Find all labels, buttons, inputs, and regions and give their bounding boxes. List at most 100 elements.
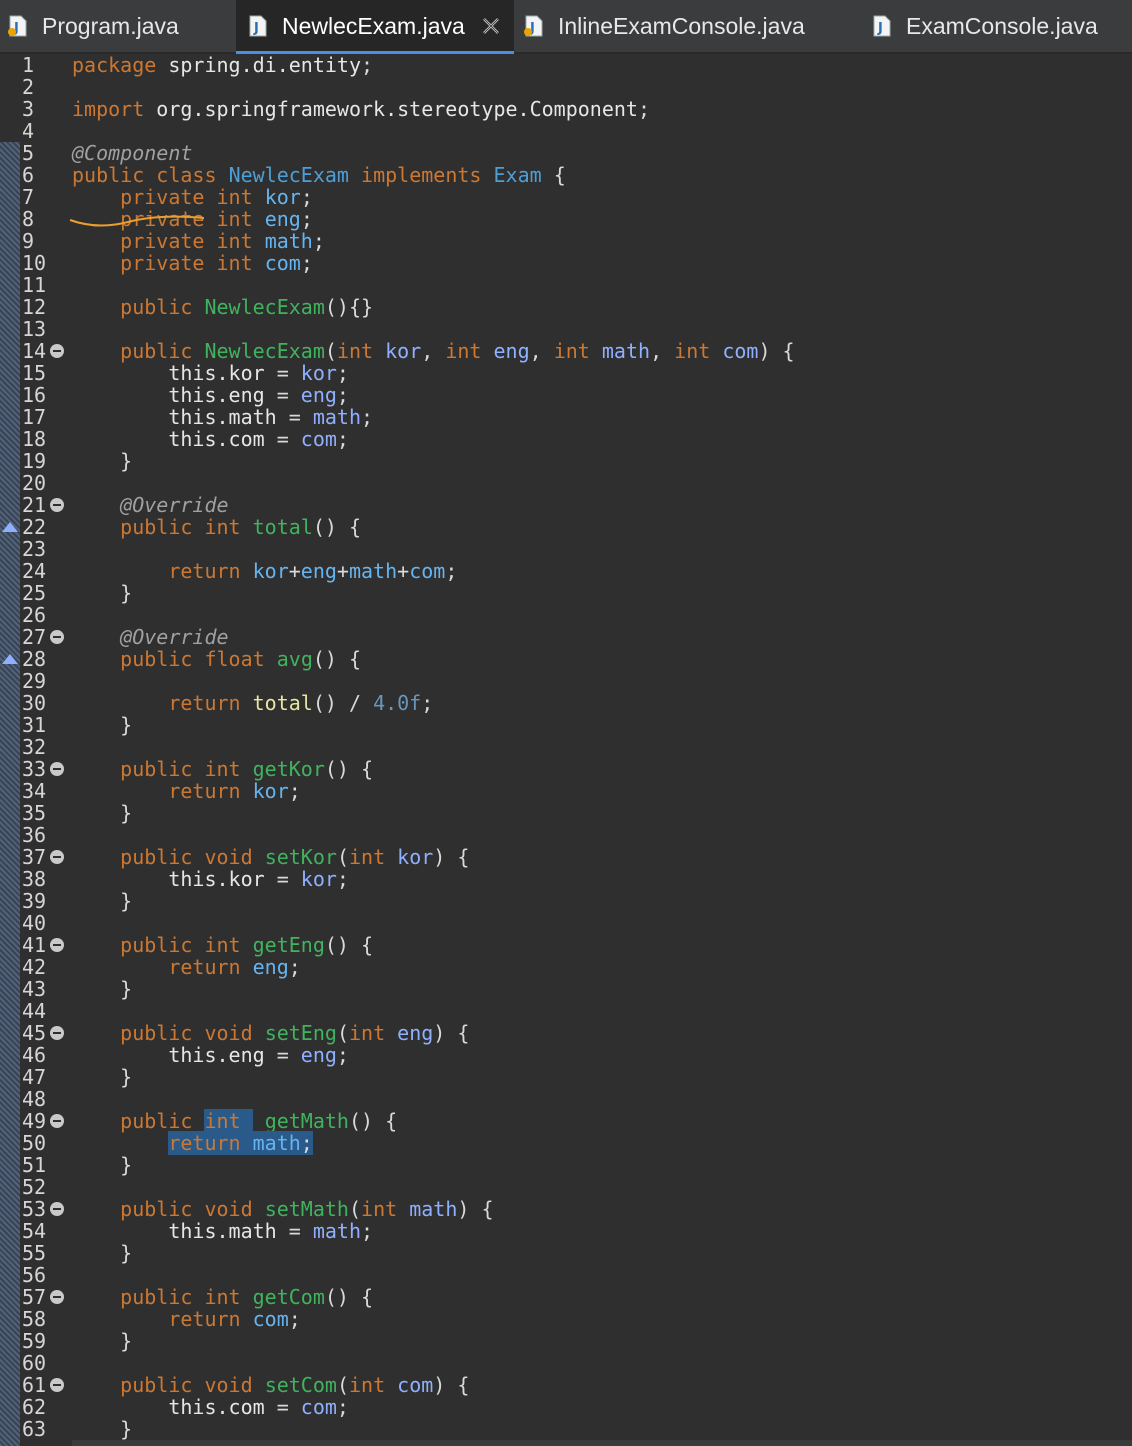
code-line[interactable]: 24 return kor+eng+math+com; bbox=[0, 560, 1132, 582]
collapse-icon[interactable] bbox=[50, 344, 64, 358]
code-text: this.math = math; bbox=[168, 1219, 374, 1243]
code-text: } bbox=[72, 1241, 133, 1265]
code-line[interactable]: 21 @Override bbox=[0, 494, 1132, 516]
code-line[interactable]: 45 public void setEng(int eng) { bbox=[0, 1022, 1132, 1044]
tab-examconsole-java[interactable]: J ExamConsole.java bbox=[862, 0, 1132, 52]
code-line[interactable]: 17 this.math = math; bbox=[0, 406, 1132, 428]
code-line[interactable]: 18 this.com = com; bbox=[0, 428, 1132, 450]
code-line[interactable]: 25 } bbox=[0, 582, 1132, 604]
override-marker-icon[interactable] bbox=[2, 654, 18, 664]
override-marker-icon[interactable] bbox=[2, 522, 18, 532]
code-line[interactable]: 49 public int getMath() { bbox=[0, 1109, 1132, 1133]
code-text: } bbox=[72, 801, 133, 825]
code-line[interactable]: 31 } bbox=[0, 714, 1132, 736]
code-line[interactable]: 4 bbox=[0, 120, 1132, 142]
code-editor[interactable]: 1 package spring.di.entity; 2 3 import org.s… bbox=[0, 54, 1132, 1446]
code-line[interactable]: 43 } bbox=[0, 978, 1132, 1000]
code-line[interactable]: 34 return kor; bbox=[0, 780, 1132, 802]
line-number: 17 bbox=[22, 405, 47, 429]
code-line[interactable]: 38 this.kor = kor; bbox=[0, 868, 1132, 890]
code-line[interactable]: 61 public void setCom(int com) { bbox=[0, 1374, 1132, 1396]
code-line[interactable]: 33 public int getKor() { bbox=[0, 758, 1132, 780]
code-line[interactable]: 2 bbox=[0, 76, 1132, 98]
close-icon[interactable] bbox=[479, 14, 503, 38]
code-line[interactable]: 6 public class NewlecExam implements Exam… bbox=[0, 164, 1132, 186]
collapse-icon[interactable] bbox=[50, 498, 64, 512]
code-text: } bbox=[72, 1329, 133, 1353]
code-line[interactable]: 57 public int getCom() { bbox=[0, 1286, 1132, 1308]
code-line[interactable]: 62 this.com = com; bbox=[0, 1396, 1132, 1418]
code-line[interactable]: 3 import org.springframework.stereotype.C… bbox=[0, 98, 1132, 120]
code-line[interactable]: 52 bbox=[0, 1176, 1132, 1198]
code-line[interactable]: 47 } bbox=[0, 1066, 1132, 1088]
code-line[interactable]: 29 bbox=[0, 670, 1132, 692]
code-text: @Component bbox=[72, 141, 193, 165]
horizontal-scrollbar[interactable] bbox=[72, 1440, 1132, 1446]
collapse-icon[interactable] bbox=[50, 938, 64, 952]
code-line[interactable]: 46 this.eng = eng; bbox=[0, 1044, 1132, 1066]
code-line[interactable]: 48 bbox=[0, 1088, 1132, 1110]
code-line[interactable]: 59 } bbox=[0, 1330, 1132, 1352]
code-line[interactable]: 60 bbox=[0, 1352, 1132, 1374]
code-text: return kor+eng+math+com; bbox=[168, 559, 458, 583]
collapse-icon[interactable] bbox=[50, 630, 64, 644]
code-line[interactable]: 16 this.eng = eng; bbox=[0, 384, 1132, 406]
code-line[interactable]: 13 bbox=[0, 318, 1132, 340]
line-number: 49 bbox=[22, 1109, 47, 1133]
code-line[interactable]: 55 } bbox=[0, 1242, 1132, 1264]
code-line[interactable]: 50 return math; bbox=[0, 1131, 1132, 1155]
code-line[interactable]: 12 public NewlecExam(){} bbox=[0, 296, 1132, 318]
code-line[interactable]: 56 bbox=[0, 1264, 1132, 1286]
line-number: 32 bbox=[22, 735, 47, 759]
code-line[interactable]: 32 bbox=[0, 736, 1132, 758]
code-line[interactable]: 35 } bbox=[0, 802, 1132, 824]
code-line[interactable]: 44 bbox=[0, 1000, 1132, 1022]
code-line[interactable]: 22 public int total() { bbox=[0, 516, 1132, 538]
code-line[interactable]: 42 return eng; bbox=[0, 956, 1132, 978]
code-line[interactable]: 53 public void setMath(int math) { bbox=[0, 1198, 1132, 1220]
line-number: 9 bbox=[22, 229, 35, 253]
code-line[interactable]: 63 } bbox=[0, 1418, 1132, 1440]
code-line[interactable]: 27 @Override bbox=[0, 626, 1132, 648]
collapse-icon[interactable] bbox=[50, 1202, 64, 1216]
collapse-icon[interactable] bbox=[50, 850, 64, 864]
code-line[interactable]: 10 private int com; bbox=[0, 252, 1132, 274]
code-line[interactable]: 28 public float avg() { bbox=[0, 648, 1132, 670]
code-line[interactable]: 5 @Component bbox=[0, 142, 1132, 164]
code-line[interactable]: 26 bbox=[0, 604, 1132, 626]
code-line[interactable]: 41 public int getEng() { bbox=[0, 934, 1132, 956]
code-line[interactable]: 39 } bbox=[0, 890, 1132, 912]
line-number: 23 bbox=[22, 537, 47, 561]
collapse-icon[interactable] bbox=[50, 1290, 64, 1304]
tab-inlineexamconsole-java[interactable]: J InlineExamConsole.java bbox=[518, 0, 858, 52]
collapse-icon[interactable] bbox=[50, 1026, 64, 1040]
code-line[interactable]: 37 public void setKor(int kor) { bbox=[0, 846, 1132, 868]
code-line[interactable]: 58 return com; bbox=[0, 1308, 1132, 1330]
code-line[interactable]: 7 private int kor; bbox=[0, 186, 1132, 208]
code-text: public int getCom() { bbox=[120, 1285, 374, 1309]
code-line[interactable]: 51 } bbox=[0, 1154, 1132, 1176]
code-line[interactable]: 1 package spring.di.entity; bbox=[0, 54, 1132, 76]
code-line[interactable]: 23 bbox=[0, 538, 1132, 560]
code-text: private int math; bbox=[120, 229, 325, 253]
collapse-icon[interactable] bbox=[50, 1378, 64, 1392]
code-line[interactable]: 30 return total() / 4.0f; bbox=[0, 692, 1132, 714]
collapse-icon[interactable] bbox=[50, 762, 64, 776]
code-line[interactable]: 36 bbox=[0, 824, 1132, 846]
collapse-icon[interactable] bbox=[50, 1114, 64, 1128]
code-text: public int getEng() { bbox=[120, 933, 374, 957]
code-line[interactable]: 40 bbox=[0, 912, 1132, 934]
line-number: 57 bbox=[22, 1285, 47, 1309]
line-number: 48 bbox=[22, 1087, 47, 1111]
svg-text:J: J bbox=[877, 21, 883, 36]
code-line[interactable]: 54 this.math = math; bbox=[0, 1220, 1132, 1242]
code-line[interactable]: 11 bbox=[0, 274, 1132, 296]
tab-newlecexam-java[interactable]: J NewlecExam.java bbox=[236, 0, 514, 54]
code-line[interactable]: 14 public NewlecExam(int kor, int eng, i… bbox=[0, 340, 1132, 362]
code-line[interactable]: 20 bbox=[0, 472, 1132, 494]
code-line[interactable]: 19 } bbox=[0, 450, 1132, 472]
code-line[interactable]: 15 this.kor = kor; bbox=[0, 362, 1132, 384]
code-line[interactable]: 9 private int math; bbox=[0, 230, 1132, 252]
tab-program-java[interactable]: J Program.java bbox=[0, 0, 232, 52]
code-text: @Override bbox=[72, 493, 229, 517]
